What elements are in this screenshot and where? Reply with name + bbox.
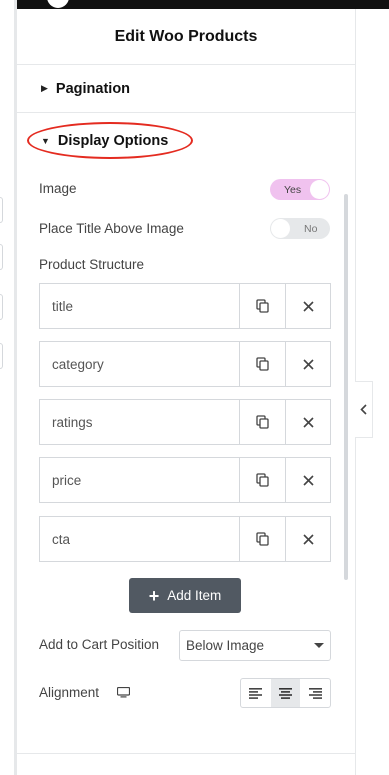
remove-button[interactable] <box>285 458 330 502</box>
plus-icon: + <box>148 585 160 606</box>
edge-tab <box>0 197 3 223</box>
repeater-item-title[interactable]: price <box>40 458 240 502</box>
duplicate-icon <box>256 415 269 429</box>
image-label: Image <box>39 181 77 196</box>
place-title-toggle[interactable]: No <box>270 218 330 239</box>
remove-button[interactable] <box>285 284 330 328</box>
align-left-icon <box>249 687 263 699</box>
edge-tab <box>0 343 3 369</box>
add-item-button[interactable]: + Add Item <box>129 578 241 613</box>
add-item-label: Add Item <box>167 588 222 603</box>
left-edge-strip <box>0 0 15 775</box>
add-to-cart-position-label: Add to Cart Position <box>39 637 160 652</box>
duplicate-icon <box>256 473 269 487</box>
editor-panel: Edit Woo Products ▶ Pagination ▼ Display… <box>17 9 355 775</box>
image-toggle-text: Yes <box>284 183 302 196</box>
top-bar <box>17 0 389 9</box>
align-left-button[interactable] <box>241 679 271 707</box>
chevron-left-icon <box>360 404 367 415</box>
remove-icon <box>302 416 314 428</box>
scrollbar[interactable] <box>344 194 348 580</box>
remove-icon <box>302 300 314 312</box>
remove-button[interactable] <box>285 342 330 386</box>
align-right-button[interactable] <box>300 679 330 707</box>
highlight-annotation-ring <box>27 122 193 159</box>
alignment-control <box>240 678 331 708</box>
logo-icon <box>47 0 69 8</box>
repeater-item[interactable]: ratings <box>39 399 331 445</box>
align-center-button[interactable] <box>270 679 301 707</box>
section-pagination-label: Pagination <box>55 80 131 97</box>
image-toggle[interactable]: Yes <box>270 179 330 200</box>
add-to-cart-position-select[interactable]: Below Image <box>179 630 331 661</box>
remove-icon <box>302 533 314 545</box>
duplicate-button[interactable] <box>240 458 285 502</box>
place-title-label: Place Title Above Image <box>39 221 184 236</box>
place-title-toggle-text: No <box>304 222 318 235</box>
remove-icon <box>302 474 314 486</box>
collapse-panel-button[interactable] <box>355 381 373 438</box>
remove-button[interactable] <box>285 400 330 444</box>
duplicate-icon <box>256 357 269 371</box>
duplicate-button[interactable] <box>240 284 285 328</box>
duplicate-button[interactable] <box>240 400 285 444</box>
align-center-icon <box>279 687 292 699</box>
edge-tab <box>0 294 3 320</box>
add-to-cart-position-value: Below Image <box>186 638 265 653</box>
repeater-item-title[interactable]: cta <box>40 517 240 561</box>
toggle-knob <box>310 180 329 199</box>
desktop-icon[interactable] <box>116 686 130 698</box>
panel-title: Edit Woo Products <box>17 9 355 65</box>
duplicate-button[interactable] <box>240 517 285 561</box>
alignment-label-text: Alignment <box>39 685 100 700</box>
repeater-item[interactable]: title <box>39 283 331 329</box>
repeater-item[interactable]: category <box>39 341 331 387</box>
alignment-label: Alignment <box>39 685 130 700</box>
duplicate-icon <box>256 299 269 313</box>
section-pagination[interactable]: ▶ Pagination <box>17 65 355 113</box>
caret-right-icon: ▶ <box>41 83 48 93</box>
repeater-item-title[interactable]: title <box>40 284 240 328</box>
repeater-item[interactable]: price <box>39 457 331 503</box>
repeater-item-title[interactable]: ratings <box>40 400 240 444</box>
repeater-item-title[interactable]: category <box>40 342 240 386</box>
duplicate-button[interactable] <box>240 342 285 386</box>
repeater-item[interactable]: cta <box>39 516 331 562</box>
toggle-knob <box>271 219 290 238</box>
align-right-icon <box>308 687 322 699</box>
remove-button[interactable] <box>285 517 330 561</box>
edge-tab <box>0 244 3 270</box>
chevron-down-icon <box>314 643 324 648</box>
remove-icon <box>302 358 314 370</box>
section-divider <box>17 753 355 754</box>
duplicate-icon <box>256 532 269 546</box>
product-structure-label: Product Structure <box>39 257 145 272</box>
